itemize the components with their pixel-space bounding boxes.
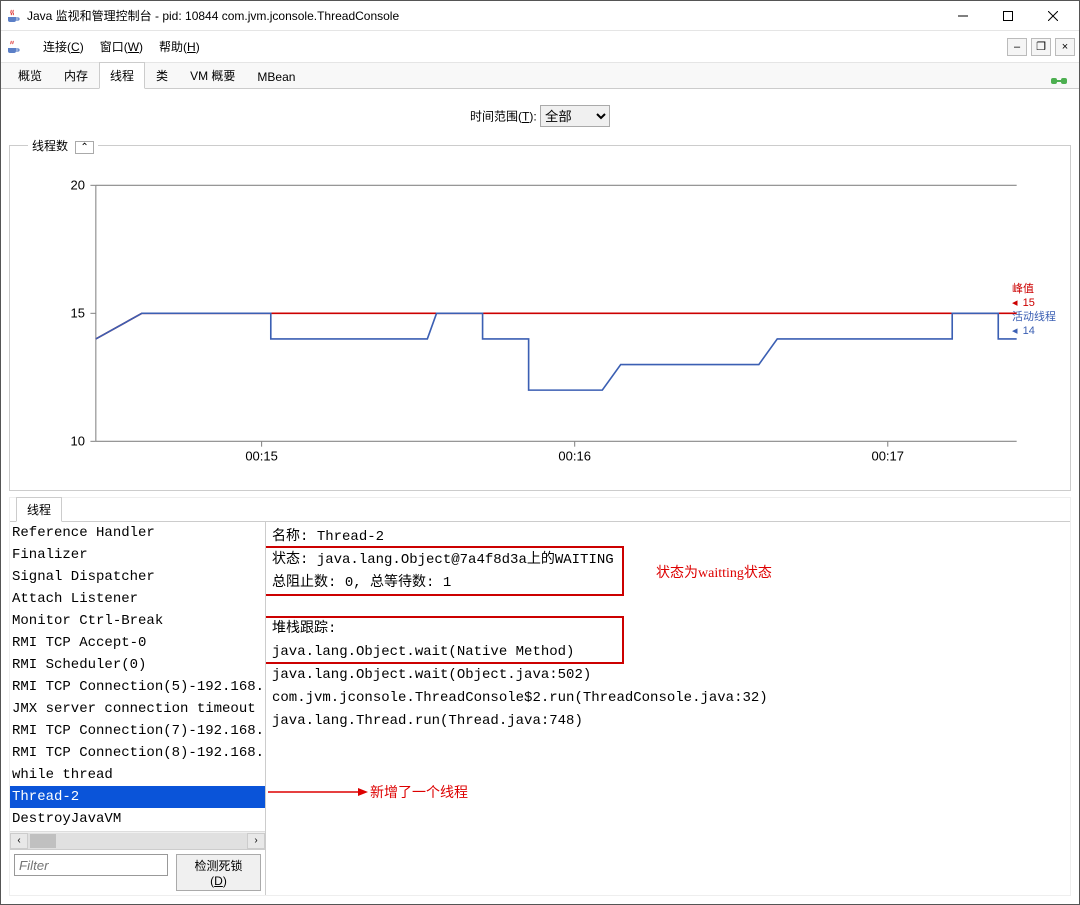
thread-item[interactable]: RMI Scheduler(0)	[10, 654, 265, 676]
stack-line: java.lang.Thread.run(Thread.java:748)	[272, 710, 1064, 733]
thread-item[interactable]: Monitor Ctrl-Break	[10, 610, 265, 632]
peak-label: 峰值	[1012, 283, 1034, 295]
maximize-button[interactable]	[985, 2, 1030, 30]
tab-overview[interactable]: 概览	[7, 62, 53, 88]
thread-item[interactable]: Thread-2	[10, 786, 265, 808]
svg-text:00:16: 00:16	[558, 449, 591, 464]
stack-line: com.jvm.jconsole.ThreadConsole$2.run(Thr…	[272, 687, 1064, 710]
thread-item[interactable]: DestroyJavaVM	[10, 808, 265, 830]
filter-input[interactable]	[14, 854, 168, 876]
thread-item[interactable]: while thread	[10, 764, 265, 786]
live-value: 14	[1023, 325, 1035, 337]
stack-line: java.lang.Object.wait(Object.java:502)	[272, 664, 1064, 687]
inner-close-button[interactable]: ×	[1055, 38, 1075, 56]
lower-tabs: 线程	[10, 498, 1070, 522]
svg-text:10: 10	[71, 434, 85, 449]
inner-restore-button[interactable]: ❐	[1031, 38, 1051, 56]
menu-window[interactable]: 窗口(W)	[100, 38, 143, 55]
time-range-label: 时间范围(T):	[470, 110, 537, 124]
thread-item[interactable]: RMI TCP Connection(5)-192.168.2	[10, 676, 265, 698]
thread-list-scrollbar[interactable]: ‹ ›	[10, 831, 265, 849]
lower-body: Reference HandlerFinalizerSignal Dispatc…	[10, 522, 1070, 895]
thread-count-chart-group: 线程数 ⌃ 10 15 20 00:15 00:16 00:17 峰值 ◂ 15 活动线程…	[9, 137, 1071, 491]
thread-count-chart[interactable]: 10 15 20 00:15 00:16 00:17 峰值 ◂ 15 活动线程 ◂ 14	[20, 164, 1060, 484]
minimize-button[interactable]	[940, 2, 985, 30]
threads-panel: 时间范围(T): 全部 线程数 ⌃ 10 15 20 00:15 00:16 00:17 …	[1, 89, 1079, 904]
scroll-track[interactable]	[28, 833, 247, 849]
time-range-select[interactable]: 全部	[540, 105, 610, 127]
thread-detail-section: 线程 Reference HandlerFinalizerSignal Disp…	[9, 497, 1071, 896]
inner-window-controls: – ❐ ×	[1007, 38, 1075, 56]
thread-item[interactable]: RMI TCP Connection(8)-192.168.2	[10, 742, 265, 764]
inner-minimize-button[interactable]: –	[1007, 38, 1027, 56]
menubar: 连接(C) 窗口(W) 帮助(H) – ❐ ×	[1, 31, 1079, 63]
java-icon	[5, 8, 21, 24]
menu-connect[interactable]: 连接(C)	[43, 38, 84, 55]
window-title: Java 监视和管理控制台 - pid: 10844 com.jvm.jcons…	[27, 7, 940, 24]
peak-value: 15	[1023, 297, 1035, 309]
annotation-box-state	[266, 546, 624, 596]
java-icon	[5, 39, 21, 55]
filter-row: 检测死锁(D)	[10, 849, 265, 895]
blank-row	[272, 595, 1064, 618]
thread-item[interactable]: Reference Handler	[10, 522, 265, 544]
thread-item[interactable]: RMI TCP Connection(7)-192.168.2	[10, 720, 265, 742]
main-tabs: 概览 内存 线程 类 VM 概要 MBean	[1, 63, 1079, 89]
thread-item[interactable]: Finalizer	[10, 544, 265, 566]
thread-item[interactable]: JMX server connection timeout 1	[10, 698, 265, 720]
scroll-left-button[interactable]: ‹	[10, 833, 28, 849]
thread-list-items[interactable]: Reference HandlerFinalizerSignal Dispatc…	[10, 522, 265, 831]
titlebar: Java 监视和管理控制台 - pid: 10844 com.jvm.jcons…	[1, 1, 1079, 31]
app-window: Java 监视和管理控制台 - pid: 10844 com.jvm.jcons…	[0, 0, 1080, 905]
svg-text:20: 20	[71, 178, 85, 193]
chart-series-labels: 峰值 ◂ 15 活动线程 ◂ 14	[1012, 282, 1056, 338]
thread-item[interactable]: Attach Listener	[10, 588, 265, 610]
live-label: 活动线程	[1012, 311, 1056, 323]
thread-item[interactable]: RMI TCP Accept-0	[10, 632, 265, 654]
scroll-thumb[interactable]	[30, 834, 56, 848]
close-button[interactable]	[1030, 2, 1075, 30]
time-range-row: 时间范围(T): 全部	[9, 97, 1071, 131]
detect-deadlock-button[interactable]: 检测死锁(D)	[176, 854, 261, 891]
svg-text:00:15: 00:15	[245, 449, 278, 464]
tab-mbean[interactable]: MBean	[246, 65, 306, 88]
thread-list: Reference HandlerFinalizerSignal Dispatc…	[10, 522, 266, 895]
annotation-box-stack	[266, 616, 624, 664]
thread-item[interactable]: Signal Dispatcher	[10, 566, 265, 588]
tab-threads[interactable]: 线程	[99, 62, 145, 89]
connection-status-icon	[1049, 74, 1069, 88]
tab-classes[interactable]: 类	[145, 62, 179, 88]
tab-memory[interactable]: 内存	[53, 62, 99, 88]
annotation-new-thread-text: 新增了一个线程	[370, 782, 468, 802]
chart-legend: 线程数 ⌃	[28, 137, 98, 154]
annotation-state-text: 状态为waitting状态	[656, 562, 772, 585]
chart-collapse-button[interactable]: ⌃	[75, 141, 93, 154]
scroll-right-button[interactable]: ›	[247, 833, 265, 849]
window-controls	[940, 2, 1075, 30]
menu-help[interactable]: 帮助(H)	[159, 38, 200, 55]
svg-text:00:17: 00:17	[871, 449, 904, 464]
lower-tab-threads[interactable]: 线程	[16, 497, 62, 522]
tab-vm-summary[interactable]: VM 概要	[179, 62, 246, 88]
annotation-arrow	[268, 782, 368, 802]
svg-text:15: 15	[71, 306, 85, 321]
thread-detail: 名称: Thread-2 状态: java.lang.Object@7a4f8d…	[266, 522, 1070, 895]
